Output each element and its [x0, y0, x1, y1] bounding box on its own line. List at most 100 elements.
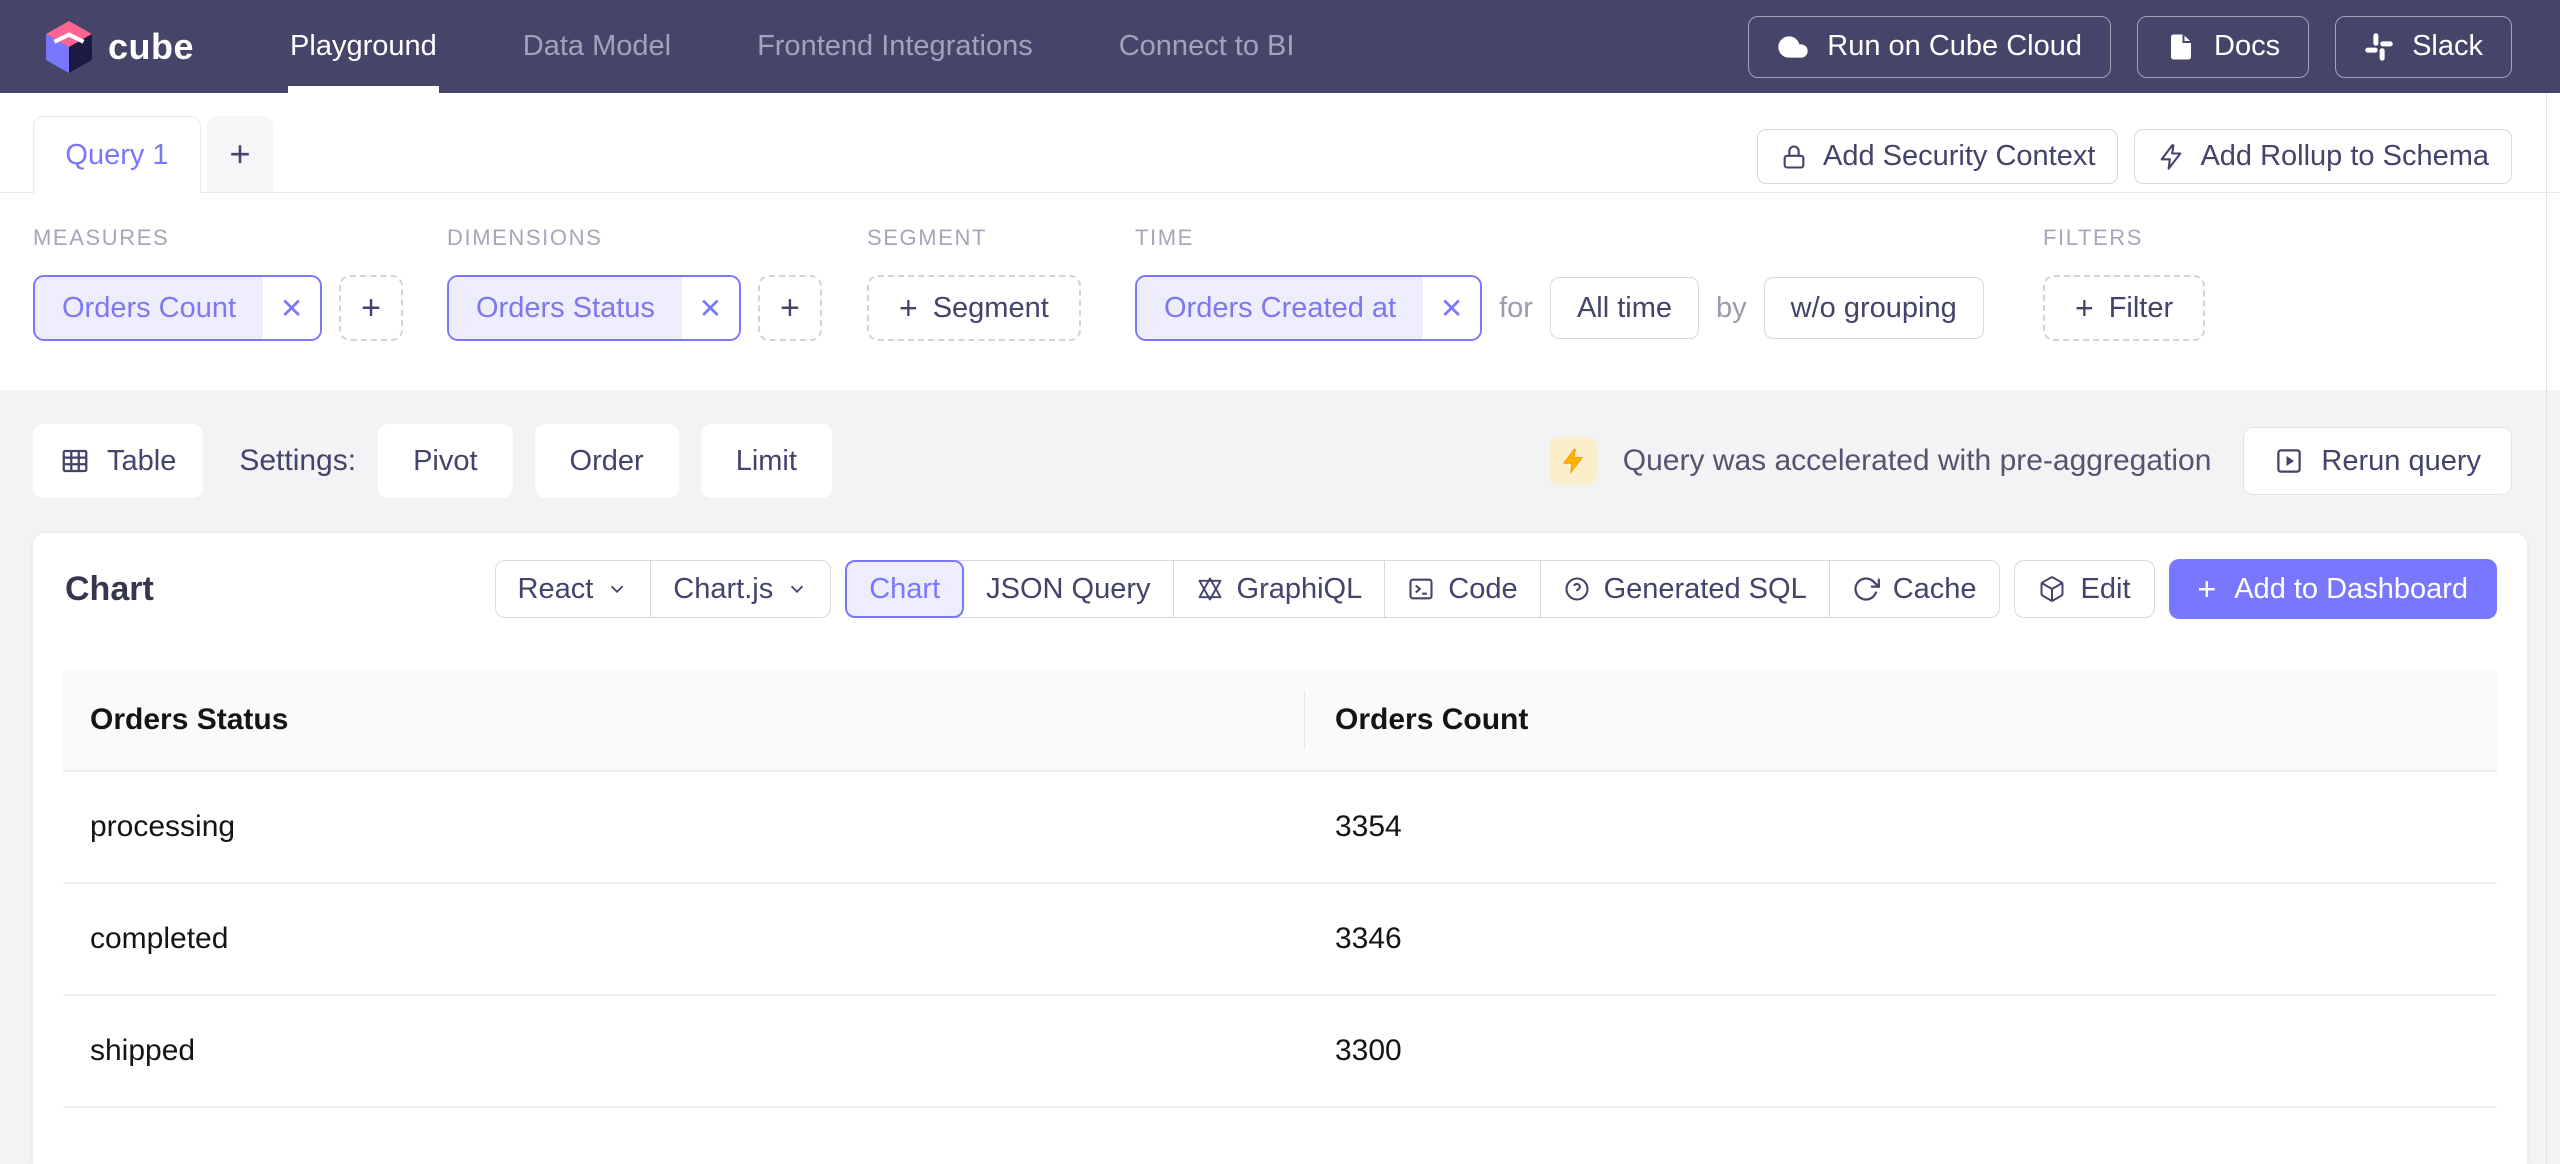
tab-code[interactable]: Code — [1384, 561, 1539, 617]
add-to-dashboard-button[interactable]: + Add to Dashboard — [2168, 559, 2497, 619]
chart-panel: Chart React Chart.js Chart JSON Query Gr… — [33, 533, 2527, 1164]
remove-dimension-icon[interactable]: ✕ — [681, 277, 739, 339]
limit-button[interactable]: Limit — [700, 424, 832, 498]
lightning-filled-icon — [1559, 447, 1587, 475]
nav-actions: Run on Cube Cloud Docs Slack — [1748, 15, 2512, 78]
graphql-icon — [1196, 575, 1224, 603]
pivot-button[interactable]: Pivot — [378, 424, 513, 498]
dimension-chip-label[interactable]: Orders Status — [449, 277, 682, 339]
order-button[interactable]: Order — [534, 424, 679, 498]
remove-measure-icon[interactable]: ✕ — [263, 277, 321, 339]
dimensions-section: DIMENSIONS Orders Status ✕ + — [447, 225, 822, 341]
time-chip-label[interactable]: Orders Created at — [1137, 277, 1424, 339]
plus-icon: + — [2075, 289, 2094, 326]
settings-label: Settings: — [239, 444, 357, 477]
date-range-button[interactable]: All time — [1549, 277, 1700, 339]
time-label: TIME — [1135, 225, 1194, 250]
brand[interactable]: cube — [46, 20, 194, 73]
dimensions-label: DIMENSIONS — [447, 225, 603, 250]
schema-actions: Add Security Context Add Rollup to Schem… — [1757, 129, 2512, 184]
top-nav: cube Playground Data Model Frontend Inte… — [0, 0, 2560, 93]
query-tab-bar: Query 1 + Add Security Context Add Rollu… — [0, 93, 2560, 193]
table-row: shipped 3300 — [63, 994, 2497, 1106]
playground-page: cube Playground Data Model Frontend Inte… — [0, 0, 2560, 1164]
cell-orders-status: processing — [90, 810, 236, 843]
library-select[interactable]: Chart.js — [650, 561, 830, 617]
panel-title: Chart — [65, 569, 154, 608]
measures-label: MEASURES — [33, 225, 170, 250]
result-view-tabs: Chart JSON Query GraphiQL Code Generated… — [845, 560, 2000, 618]
measure-chip-label[interactable]: Orders Count — [35, 277, 264, 339]
tab-cache-label: Cache — [1892, 572, 1977, 605]
filters-label: FILTERS — [2043, 225, 2144, 250]
add-rollup-to-schema-button[interactable]: Add Rollup to Schema — [2134, 129, 2512, 184]
scrollbar[interactable] — [2546, 93, 2547, 1164]
run-on-cube-cloud-button[interactable]: Run on Cube Cloud — [1748, 15, 2111, 78]
play-square-icon — [2274, 446, 2304, 476]
add-dimension-button[interactable]: + — [757, 275, 822, 341]
time-chip-orders-created-at[interactable]: Orders Created at ✕ — [1135, 275, 1483, 341]
edit-button[interactable]: Edit — [2013, 560, 2155, 618]
tab-graphiql-label: GraphiQL — [1236, 572, 1363, 605]
add-segment-label: Segment — [932, 291, 1049, 324]
remove-time-icon[interactable]: ✕ — [1423, 277, 1481, 339]
tab-graphiql[interactable]: GraphiQL — [1172, 561, 1385, 617]
nav-item-connect-to-bi[interactable]: Connect to BI — [1119, 0, 1295, 93]
time-section: TIME Orders Created at ✕ for All time by… — [1135, 225, 1984, 341]
framework-value: React — [517, 572, 594, 605]
query-builder: MEASURES Orders Count ✕ + DIMENSIONS Ord… — [0, 193, 2560, 390]
tab-generated-sql[interactable]: Generated SQL — [1539, 561, 1829, 617]
cell-orders-status: completed — [90, 922, 229, 955]
by-word: by — [1716, 291, 1747, 324]
granularity-button[interactable]: w/o grouping — [1763, 277, 1984, 339]
for-word: for — [1499, 291, 1533, 324]
segment-section: SEGMENT + Segment — [867, 225, 1081, 341]
column-divider[interactable] — [1304, 691, 1305, 749]
framework-select[interactable]: React — [496, 561, 651, 617]
docs-label: Docs — [2214, 30, 2281, 62]
chart-type-table-button[interactable]: Table — [33, 424, 204, 498]
docs-button[interactable]: Docs — [2137, 15, 2310, 78]
nav-item-playground[interactable]: Playground — [288, 0, 439, 93]
add-rollup-to-schema-label: Add Rollup to Schema — [2200, 140, 2489, 172]
add-filter-label: Filter — [2108, 291, 2174, 324]
column-header-orders-status: Orders Status — [90, 703, 289, 736]
add-query-tab-button[interactable]: + — [207, 116, 273, 192]
slack-button[interactable]: Slack — [2335, 15, 2512, 78]
filters-section: FILTERS + Filter — [2043, 225, 2206, 341]
box-icon — [2038, 575, 2066, 603]
cell-orders-status: shipped — [90, 1034, 196, 1067]
rerun-query-button[interactable]: Rerun query — [2243, 427, 2512, 495]
tab-json-query[interactable]: JSON Query — [964, 561, 1172, 617]
nav-item-frontend-integrations[interactable]: Frontend Integrations — [757, 0, 1033, 93]
run-on-cube-cloud-label: Run on Cube Cloud — [1827, 30, 2082, 62]
measure-chip-orders-count[interactable]: Orders Count ✕ — [33, 275, 323, 341]
settings-bar: Table Settings: Pivot Order Limit Query … — [33, 424, 2512, 498]
cell-orders-count: 3346 — [1335, 922, 1402, 955]
add-security-context-button[interactable]: Add Security Context — [1757, 129, 2119, 184]
terminal-icon — [1407, 575, 1435, 603]
add-security-context-label: Add Security Context — [1823, 140, 2096, 172]
dimension-chip-orders-status[interactable]: Orders Status ✕ — [447, 275, 741, 341]
slack-icon — [2364, 32, 2394, 62]
tab-cache[interactable]: Cache — [1828, 561, 1999, 617]
tab-chart[interactable]: Chart — [845, 560, 965, 618]
framework-library-group: React Chart.js — [494, 560, 832, 618]
add-measure-button[interactable]: + — [339, 275, 404, 341]
nav-item-data-model[interactable]: Data Model — [523, 0, 671, 93]
plus-icon: + — [2197, 570, 2217, 607]
column-header-orders-count: Orders Count — [1335, 703, 1529, 736]
plus-icon: + — [899, 289, 918, 326]
chevron-down-icon — [786, 578, 808, 600]
library-value: Chart.js — [673, 572, 774, 605]
tab-code-label: Code — [1448, 572, 1518, 605]
table-end-divider — [63, 1106, 2497, 1108]
lightning-outline-icon — [2157, 143, 2185, 171]
tab-query-1[interactable]: Query 1 — [33, 116, 201, 193]
nav-links: Playground Data Model Frontend Integrati… — [288, 0, 1295, 93]
lock-icon — [1780, 143, 1808, 171]
add-segment-button[interactable]: + Segment — [867, 275, 1081, 341]
add-filter-button[interactable]: + Filter — [2043, 275, 2206, 341]
question-circle-icon — [1563, 575, 1591, 603]
lightning-badge — [1548, 437, 1597, 485]
